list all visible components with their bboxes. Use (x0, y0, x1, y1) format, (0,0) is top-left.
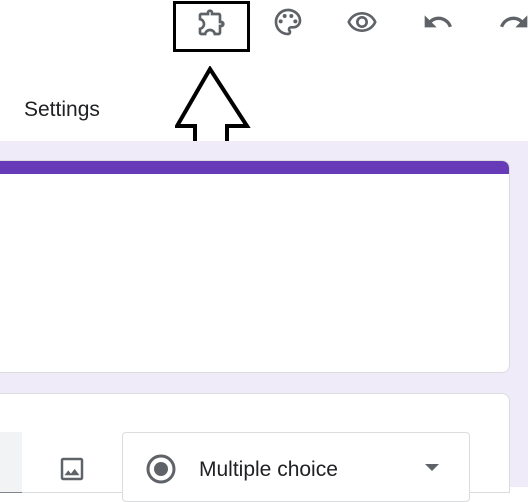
eye-icon[interactable] (342, 2, 382, 42)
form-accent-bar (0, 161, 509, 174)
redo-icon[interactable] (494, 2, 528, 42)
add-image-button[interactable] (54, 451, 90, 487)
question-card[interactable]: Multiple choice (0, 393, 510, 502)
question-type-dropdown[interactable]: Multiple choice (122, 432, 470, 502)
undo-icon[interactable] (418, 2, 458, 42)
question-type-label: Multiple choice (199, 458, 338, 481)
toolbar (0, 0, 528, 60)
chevron-down-icon (425, 464, 439, 471)
palette-icon[interactable] (268, 2, 308, 42)
question-title-input[interactable] (0, 432, 22, 493)
highlight-box (173, 1, 250, 52)
form-title-card[interactable] (0, 160, 510, 373)
tab-settings[interactable]: Settings (24, 98, 100, 122)
radio-button-icon (146, 454, 176, 484)
image-icon (60, 457, 84, 481)
